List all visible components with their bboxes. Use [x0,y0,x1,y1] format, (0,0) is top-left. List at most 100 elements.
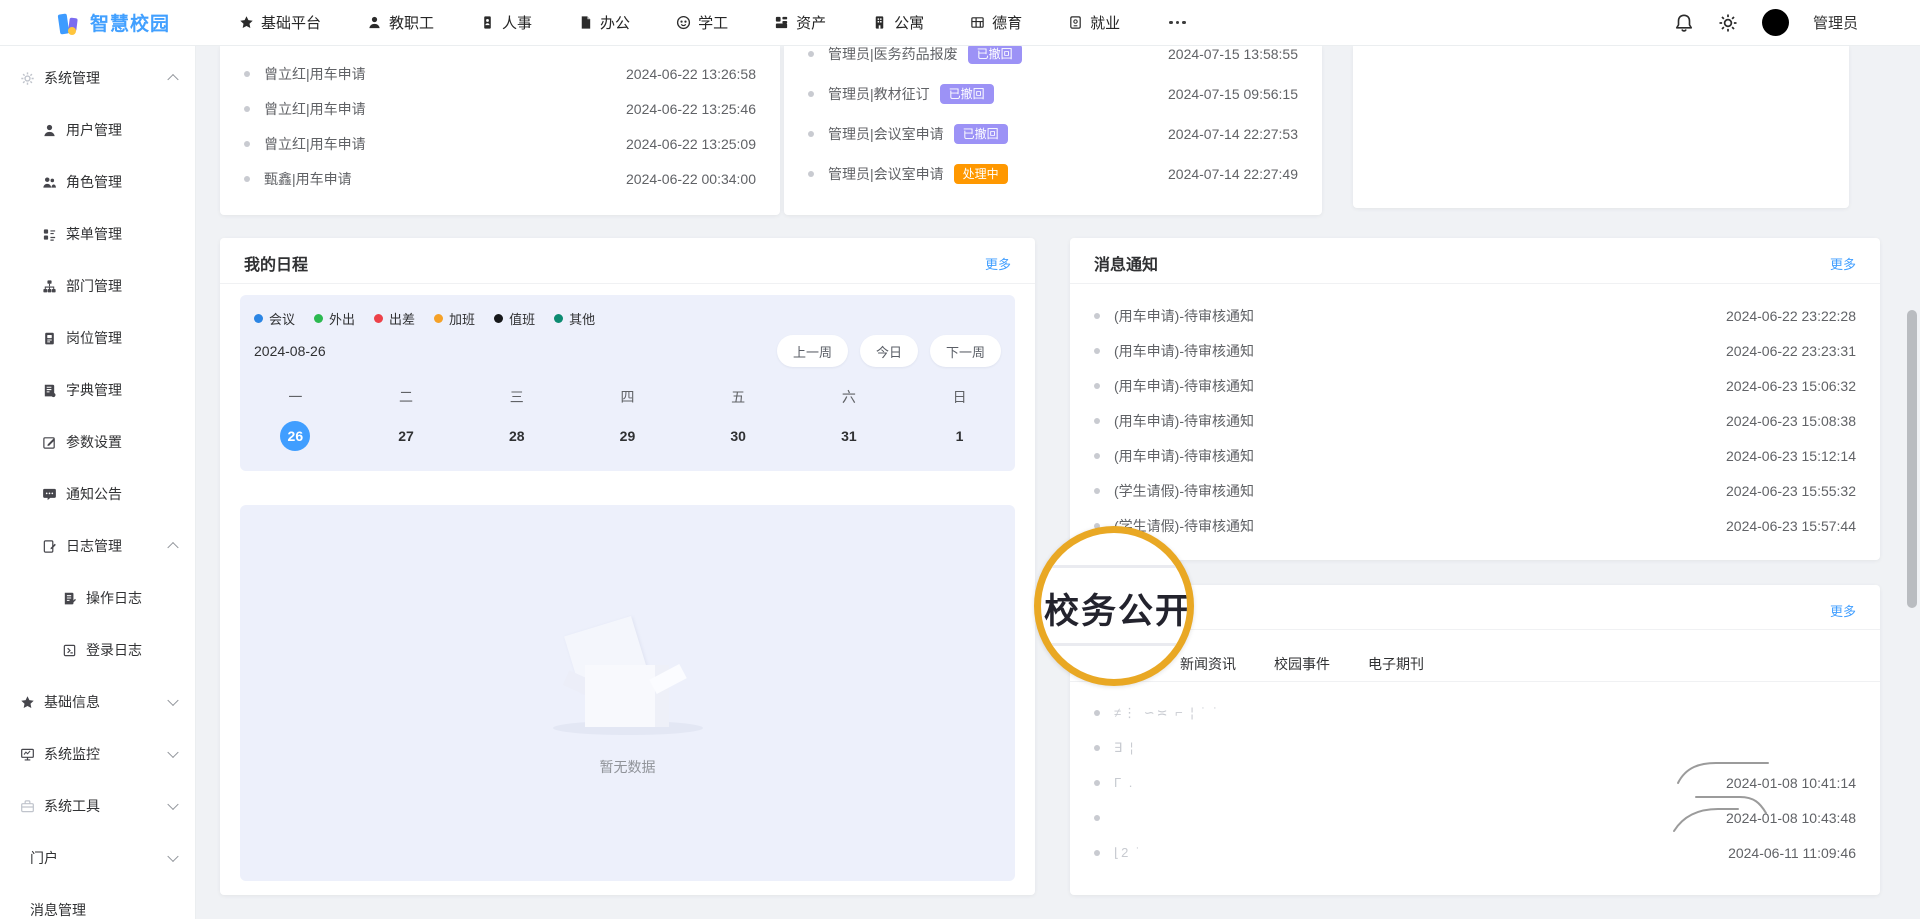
tab-e-journal[interactable]: 电子期刊 [1368,654,1424,674]
sidebar-item-system-monitor[interactable]: 系统监控 [0,728,195,780]
sidebar-item-role-management[interactable]: 角色管理 [0,156,195,208]
legend-label: 其他 [569,309,595,328]
sidebar-item-message-management[interactable]: 消息管理 [0,884,195,919]
next-week-button[interactable]: 下一周 [930,335,1001,367]
user-avatar[interactable] [1762,9,1789,36]
sidebar-item-portal[interactable]: 门户 [0,832,195,884]
settings-gear-icon[interactable] [1718,13,1738,33]
calendar-day[interactable]: 31 [834,421,864,451]
nav-item-assets[interactable]: 资产 [751,0,849,46]
empty-box-illustration [553,623,703,735]
legend-dot-other [554,314,563,323]
calendar-weekday: 六 [834,387,864,407]
item-title: 曾立红|用车申请 [264,134,614,154]
list-item[interactable]: (学生请假)-待审核通知2024-06-23 15:55:32 [1070,473,1880,508]
list-item[interactable]: (用车申请)-待审核通知2024-06-22 23:22:28 [1070,298,1880,333]
sidebar-item-parameter-settings[interactable]: 参数设置 [0,416,195,468]
nav-label: 资产 [796,12,826,33]
list-item[interactable]: 管理员|会议室申请 已撤回 2024-07-14 22:27:53 [784,114,1322,154]
calendar-day[interactable]: 28 [502,421,532,451]
nav-more-button[interactable] [1143,0,1212,46]
calendar-day-selected[interactable]: 26 [280,421,310,451]
list-item[interactable]: 曾立红|用车申请 2024-06-22 13:25:46 [220,91,780,126]
sidebar-item-dictionary-management[interactable]: 字典管理 [0,364,195,416]
vertical-scrollbar-thumb[interactable] [1907,310,1917,608]
nav-item-hr[interactable]: 人事 [457,0,555,46]
nav-item-staff[interactable]: 教职工 [344,0,457,46]
card-title: 我的日程 [244,251,308,275]
sidebar-label: 系统监控 [44,744,100,764]
bullet-dot [244,176,250,182]
list-item[interactable]: ≠⋮ ∽≍ ⌐ ¦ ˙ ˙ [1070,695,1880,730]
list-item[interactable]: (用车申请)-待审核通知2024-06-23 15:06:32 [1070,368,1880,403]
status-badge: 已撤回 [968,46,1022,64]
calendar-day[interactable]: 27 [391,421,421,451]
item-title: 甄鑫|用车申请 [264,169,614,189]
tab-campus-events[interactable]: 校园事件 [1274,654,1330,674]
list-item[interactable]: 管理员|医务药品报废 已撤回 2024-07-15 13:58:55 [784,46,1322,74]
nav-label: 基础平台 [261,12,321,33]
today-button[interactable]: 今日 [860,335,918,367]
smart-campus-dashboard: 智慧校园 基础平台 教职工 人事 办公 学工 [0,0,1920,919]
calendar-day[interactable]: 29 [612,421,642,451]
list-item[interactable]: 曾立红|用车申请 2024-06-22 13:25:09 [220,126,780,161]
calendar-day[interactable]: 30 [723,421,753,451]
chevron-up-icon [167,74,178,85]
list-item[interactable]: 曾立红|用车申请 2024-06-22 13:26:58 [220,56,780,91]
asset-blocks-icon [774,15,789,30]
nav-item-apartment[interactable]: 公寓 [849,0,947,46]
bullet-dot [1094,710,1100,716]
more-link[interactable]: 更多 [985,254,1011,273]
sidebar-item-operation-log[interactable]: 操作日志 [0,572,195,624]
list-item[interactable]: (用车申请)-待审核通知2024-06-23 15:12:14 [1070,438,1880,473]
bullet-dot [1094,488,1100,494]
sidebar-item-log-management[interactable]: 日志管理 [0,520,195,572]
more-link[interactable]: 更多 [1830,601,1856,620]
list-item[interactable]: (用车申请)-待审核通知2024-06-23 15:08:38 [1070,403,1880,438]
sidebar-item-post-management[interactable]: 岗位管理 [0,312,195,364]
nav-label: 教职工 [389,12,434,33]
edit-icon [42,435,57,450]
nav-label: 办公 [600,12,630,33]
notification-bell-icon[interactable] [1674,13,1694,33]
list-item[interactable]: ∃ ¦ [1070,730,1880,765]
user-name: 管理员 [1813,12,1858,33]
list-item[interactable]: Γ .2024-01-08 10:41:14 [1070,765,1880,800]
nav-item-platform[interactable]: 基础平台 [216,0,344,46]
sidebar-item-notice-announcement[interactable]: 通知公告 [0,468,195,520]
sidebar-item-menu-management[interactable]: 菜单管理 [0,208,195,260]
list-item[interactable]: (用车申请)-待审核通知2024-06-22 23:23:31 [1070,333,1880,368]
week-nav-buttons: 上一周 今日 下一周 [777,335,1001,367]
tab-news[interactable]: 新闻资讯 [1180,654,1236,674]
chevron-down-icon [167,747,178,758]
sidebar-item-login-log[interactable]: 登录日志 [0,624,195,676]
app-logo[interactable]: 智慧校园 [0,9,188,36]
card-title: 消息通知 [1094,251,1158,275]
more-link[interactable]: 更多 [1830,254,1856,273]
sidebar-item-user-management[interactable]: 用户管理 [0,104,195,156]
item-time: 2024-01-08 10:41:14 [1726,775,1856,791]
sidebar-item-department-management[interactable]: 部门管理 [0,260,195,312]
list-item[interactable]: 甄鑫|用车申请 2024-06-22 00:34:00 [220,161,780,196]
card-header: 消息通知 更多 [1070,238,1880,284]
nav-item-student-affairs[interactable]: 学工 [653,0,751,46]
list-item[interactable]: ⌊2 ˙2024-06-11 11:09:46 [1070,835,1880,870]
list-item[interactable]: 管理员|教材征订 已撤回 2024-07-15 09:56:15 [784,74,1322,114]
list-item[interactable]: (学生请假)-待审核通知2024-06-23 15:57:44 [1070,508,1880,543]
sidebar-item-basic-info[interactable]: 基础信息 [0,676,195,728]
nav-item-office[interactable]: 办公 [555,0,653,46]
legend-label: 会议 [269,309,295,328]
nav-item-moral-education[interactable]: 德育 [947,0,1045,46]
calendar-day[interactable]: 1 [945,421,975,451]
sidebar-item-system-management[interactable]: 系统管理 [0,52,195,104]
legend-item: 外出 [314,309,355,328]
magnifier-loupe: 校务公开 [1034,526,1194,686]
nav-item-employment[interactable]: 就业 [1045,0,1143,46]
star-icon [239,15,254,30]
legend-label: 值班 [509,309,535,328]
list-item[interactable]: 管理员|会议室申请 处理中 2024-07-14 22:27:49 [784,154,1322,194]
list-item[interactable]: 2024-01-08 10:43:48 [1070,800,1880,835]
org-chart-icon [42,279,57,294]
sidebar-item-system-tools[interactable]: 系统工具 [0,780,195,832]
prev-week-button[interactable]: 上一周 [777,335,848,367]
